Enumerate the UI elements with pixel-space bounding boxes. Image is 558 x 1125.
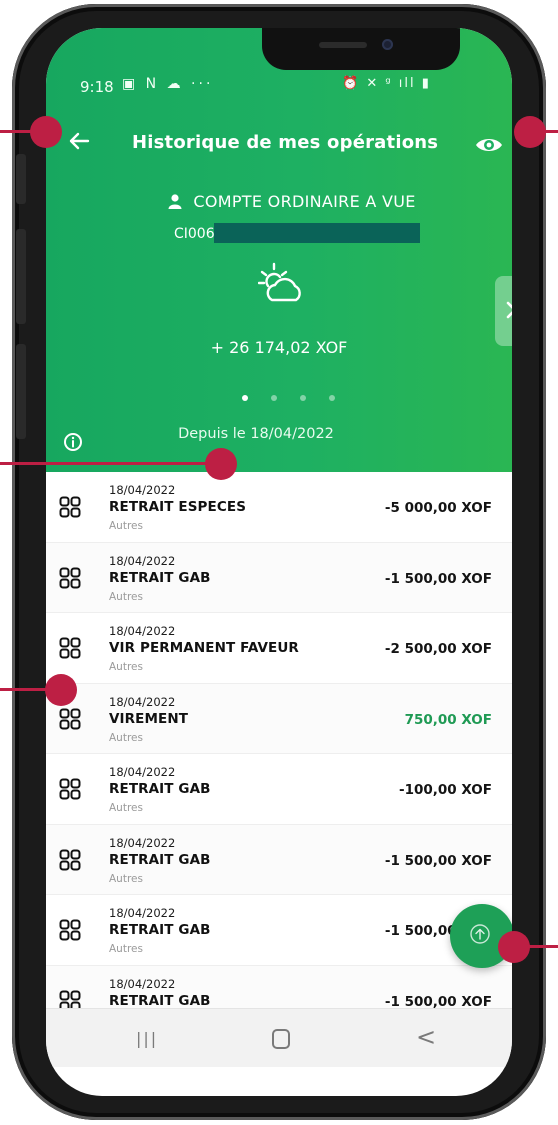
- silent-switch: [16, 154, 26, 204]
- category-grid-icon: [59, 849, 81, 871]
- transaction-label: RETRAIT GAB: [109, 922, 211, 938]
- transaction-date: 18/04/2022: [109, 483, 176, 497]
- app-screen: 9:18 ▣ N ☁ ··· ⏰ ✕ ᵍ ıll ▮ Historique de…: [46, 28, 512, 1096]
- callout-line-since: [0, 462, 220, 465]
- transaction-category: Autres: [109, 731, 143, 744]
- transaction-label: RETRAIT ESPECES: [109, 499, 247, 515]
- transaction-label: RETRAIT GAB: [109, 569, 211, 586]
- transaction-amount: -2 500,00 XOF: [384, 641, 492, 657]
- transaction-date: 18/04/2022: [109, 835, 176, 850]
- callout-marker-since: [205, 448, 237, 480]
- transaction-label: VIREMENT: [109, 710, 189, 727]
- transaction-label: RETRAIT GAB: [109, 851, 211, 868]
- arrow-left-icon: [69, 132, 90, 150]
- back-button[interactable]: [66, 128, 100, 162]
- partly-cloudy-sun-icon: [258, 262, 301, 302]
- arrow-up-circle-icon: [470, 924, 490, 944]
- account-name: COMPTE ORDINAIRE A VUE: [168, 192, 416, 211]
- carousel-dot[interactable]: [329, 395, 335, 401]
- system-back-button[interactable]: <: [416, 1023, 436, 1051]
- category-grid-icon: [59, 778, 81, 800]
- transaction-row[interactable]: 18/04/2022RETRAIT GABAutres-1 500,00 XOF: [46, 895, 512, 966]
- next-account-button[interactable]: [495, 276, 512, 346]
- carousel-indicator: [242, 386, 358, 405]
- category-grid-icon: [59, 496, 81, 518]
- status-time: 9:18: [80, 78, 114, 96]
- carousel-dot[interactable]: [242, 395, 248, 401]
- carousel-dot[interactable]: [271, 395, 277, 401]
- transaction-category: Autres: [109, 802, 143, 814]
- recent-apps-button[interactable]: |||: [136, 1029, 158, 1048]
- account-code: CI006: [174, 226, 215, 242]
- volume-up-button: [16, 229, 26, 324]
- chevron-right-icon: [506, 301, 512, 319]
- transaction-category: Autres: [109, 520, 143, 532]
- transaction-category: Autres: [109, 943, 143, 955]
- transaction-amount: -100,00 XOF: [398, 782, 492, 798]
- since-date: Depuis le 18/04/2022: [178, 426, 334, 442]
- callout-marker-back: [30, 116, 62, 148]
- transaction-date: 18/04/2022: [109, 976, 176, 991]
- transaction-amount: 750,00 XOF: [404, 711, 492, 728]
- volume-down-button: [16, 344, 26, 439]
- transaction-row[interactable]: 18/04/2022 VIR PERMANENT FAVEUR Autres -2 5…: [46, 613, 512, 684]
- transaction-row[interactable]: 18/04/2022 RETRAIT ESPECES Autres -5 000,00…: [46, 472, 512, 543]
- transaction-category: Autres: [109, 661, 143, 673]
- account-balance: + 26 174,02 XOF: [210, 338, 348, 357]
- transaction-category: Autres: [109, 590, 143, 603]
- phone-notch: [262, 28, 460, 70]
- toggle-visibility-button[interactable]: [474, 134, 504, 156]
- transaction-date: 18/04/2022: [109, 624, 176, 638]
- transaction-date: 18/04/2022: [109, 694, 176, 709]
- callout-marker-fab: [498, 931, 530, 963]
- transaction-date: 18/04/2022: [109, 765, 176, 779]
- page-title: Historique de mes opérations: [132, 132, 439, 153]
- speaker-grille: [319, 42, 367, 48]
- category-grid-icon: [59, 567, 81, 589]
- transaction-row[interactable]: 18/04/2022 RETRAIT GAB Autres -100,00 XOF: [46, 754, 512, 825]
- transaction-row[interactable]: 18/04/2022 VIREMENT Autres 750,00 XOF: [46, 683, 512, 754]
- transaction-label: RETRAIT GAB: [109, 781, 211, 797]
- transaction-label: RETRAIT GAB: [109, 992, 211, 1009]
- masked-account-number: [214, 223, 420, 243]
- transaction-category: Autres: [109, 872, 143, 885]
- eye-icon: [476, 139, 502, 151]
- account-header: 9:18 ▣ N ☁ ··· ⏰ ✕ ᵍ ıll ▮ Historique de…: [46, 28, 512, 472]
- transaction-row[interactable]: 18/04/2022RETRAIT GAB Autres -1 500,00 XOF: [46, 824, 512, 895]
- status-system-icons: ⏰ ✕ ᵍ ıll ▮: [342, 76, 431, 91]
- home-button[interactable]: [272, 1029, 290, 1049]
- transaction-date: 18/04/2022: [109, 553, 176, 568]
- callout-marker-list: [45, 674, 77, 706]
- carousel-dot[interactable]: [300, 395, 306, 401]
- transaction-amount: -1 500,00 XOF: [384, 852, 492, 869]
- callout-marker-eye: [514, 116, 546, 148]
- status-notification-icons: ▣ N ☁ ···: [122, 76, 214, 92]
- category-grid-icon: [59, 919, 81, 941]
- front-camera: [382, 39, 393, 50]
- transaction-amount: -1 500,00 XOF: [384, 570, 492, 587]
- account-name-label: COMPTE ORDINAIRE A VUE: [193, 192, 416, 211]
- transaction-label: VIR PERMANENT FAVEUR: [109, 640, 299, 656]
- category-grid-icon: [59, 708, 81, 730]
- transaction-row[interactable]: 18/04/2022RETRAIT GAB Autres -1 500,00 XOF: [46, 542, 512, 613]
- transaction-amount: -5 000,00 XOF: [384, 500, 492, 516]
- system-navigation-bar: ||| <: [46, 1008, 512, 1067]
- category-grid-icon: [59, 637, 81, 659]
- person-icon: [168, 194, 182, 209]
- transaction-list: 18/04/2022 RETRAIT ESPECES Autres -5 000,00…: [46, 472, 512, 1036]
- transaction-date: 18/04/2022: [109, 906, 176, 920]
